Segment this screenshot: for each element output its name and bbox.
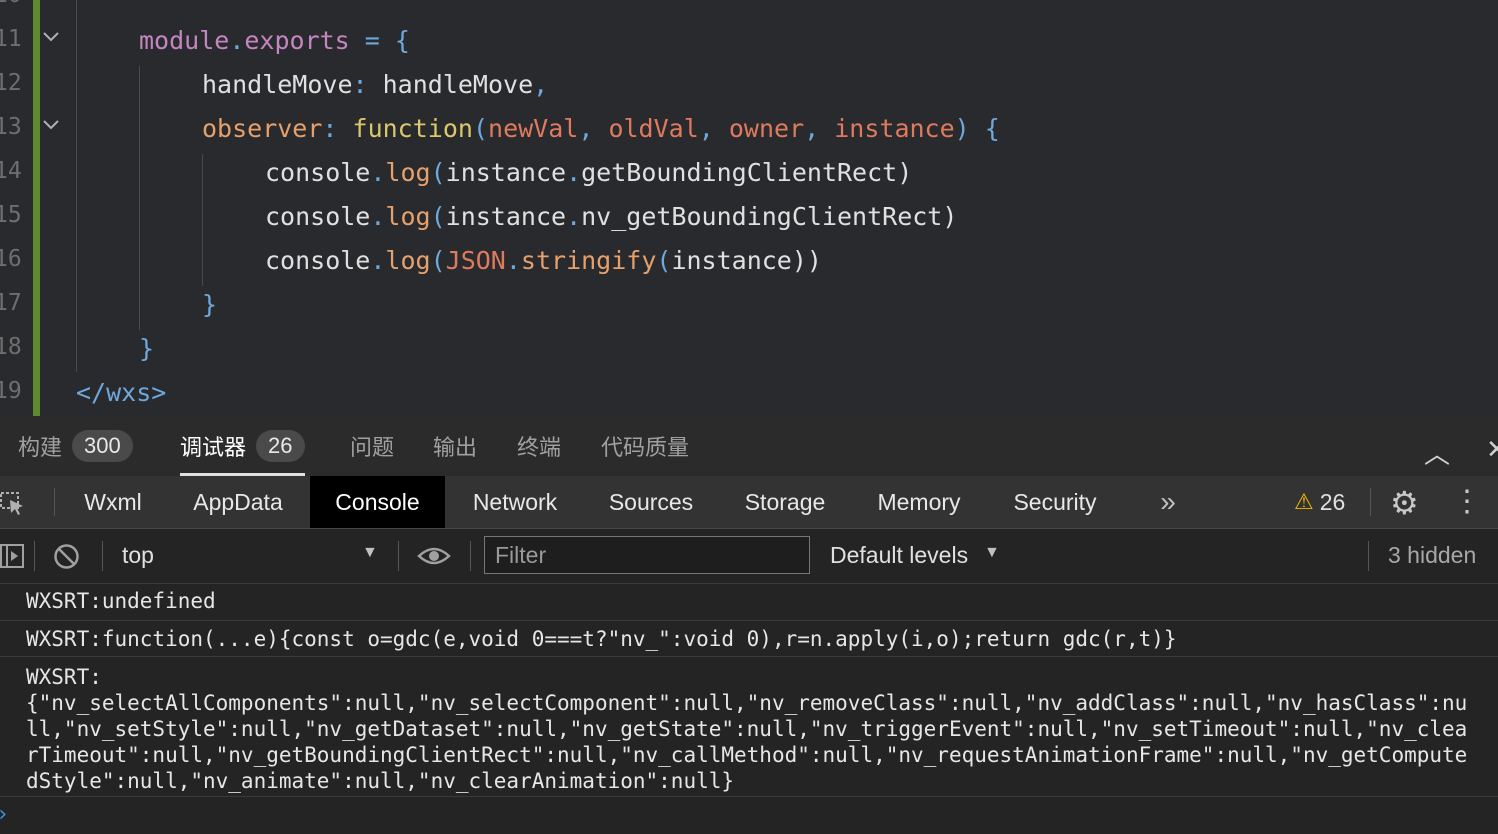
- devtools-toolbar: Wxml AppData Console Network Sources Sto…: [0, 476, 1498, 529]
- tab-console[interactable]: Console: [310, 476, 445, 528]
- tab-memory[interactable]: Memory: [860, 476, 978, 528]
- inspect-element-icon[interactable]: [0, 490, 26, 516]
- tab-security[interactable]: Security: [996, 476, 1114, 528]
- line-number: 10: [0, 0, 24, 8]
- message-divider: [0, 656, 1498, 657]
- code-text: console.log(instance.nv_getBoundingClien…: [265, 202, 958, 231]
- tab-problems[interactable]: 问题: [350, 416, 394, 476]
- line-number: 15: [0, 202, 22, 228]
- tab-output[interactable]: 输出: [433, 416, 477, 476]
- tab-appdata[interactable]: AppData: [172, 476, 304, 528]
- code-editor[interactable]: 10 11 module.exports = { 12 handleMove: …: [0, 0, 1498, 416]
- code-text: handleMove: handleMove,: [202, 70, 549, 99]
- line-number: 14: [0, 158, 22, 184]
- tab-badge: 300: [72, 430, 133, 462]
- code-line: 10: [0, 0, 1498, 18]
- tab-storage[interactable]: Storage: [728, 476, 842, 528]
- log-levels-select[interactable]: Default levels: [830, 542, 968, 569]
- code-line: 11 module.exports = {: [0, 18, 1498, 62]
- code-line: 17 }: [0, 282, 1498, 326]
- code-line: 15 console.log(instance.nv_getBoundingCl…: [0, 194, 1498, 238]
- tab-label: 构建: [18, 435, 63, 460]
- close-icon[interactable]: ✕: [1486, 434, 1498, 465]
- line-number: 12: [0, 70, 22, 96]
- warning-counter[interactable]: ⚠ 26: [1294, 476, 1345, 528]
- code-line: 14 console.log(instance.getBoundingClien…: [0, 150, 1498, 194]
- line-number: 13: [0, 114, 22, 140]
- code-line: 12 handleMove: handleMove,: [0, 62, 1498, 106]
- panel-tab-bar: 构建 300 调试器 26 问题 输出 终端 代码质量 ︿ ✕: [0, 416, 1498, 476]
- gear-icon[interactable]: ⚙: [1390, 484, 1419, 522]
- console-filter-bar: top ▼ Filter Default levels ▼ 3 hidden: [0, 529, 1498, 584]
- console-message: WXSRT: {"nv_selectAllComponents":null,"n…: [26, 665, 1468, 793]
- code-text: console.log(JSON.stringify(instance)): [265, 246, 822, 275]
- code-line: 19 </wxs>: [0, 370, 1498, 414]
- context-select[interactable]: top: [122, 542, 154, 569]
- more-tabs-icon[interactable]: »: [1146, 476, 1190, 528]
- code-text: }: [202, 290, 218, 319]
- dropdown-arrow-icon: ▼: [984, 544, 1000, 561]
- tab-wxml[interactable]: Wxml: [66, 476, 160, 528]
- chevron-down-icon[interactable]: [42, 116, 60, 134]
- chevron-down-icon[interactable]: [42, 28, 60, 46]
- console-output[interactable]: WXSRT:undefined WXSRT:function(...e){con…: [0, 584, 1498, 834]
- console-prompt-icon[interactable]: ›: [0, 802, 9, 827]
- dropdown-arrow-icon: ▼: [362, 544, 378, 561]
- tab-sources[interactable]: Sources: [592, 476, 710, 528]
- tab-debugger[interactable]: 调试器 26: [180, 416, 305, 476]
- eye-icon[interactable]: [417, 545, 451, 567]
- tab-build[interactable]: 构建 300: [18, 416, 133, 476]
- console-message: WXSRT:function(...e){const o=gdc(e,void …: [26, 627, 1177, 651]
- code-line: 16 console.log(JSON.stringify(instance)): [0, 238, 1498, 282]
- code-text: console.log(instance.getBoundingClientRe…: [265, 158, 913, 187]
- tab-code-quality[interactable]: 代码质量: [601, 416, 689, 476]
- clear-console-icon[interactable]: [53, 543, 80, 570]
- chevron-up-icon[interactable]: ︿: [1424, 434, 1450, 471]
- line-number: 16: [0, 246, 22, 272]
- line-number: 11: [0, 26, 22, 52]
- message-divider: [0, 796, 1498, 797]
- line-number: 18: [0, 334, 22, 360]
- code-text: }: [139, 334, 155, 363]
- filter-input[interactable]: Filter: [484, 536, 810, 574]
- code-text: </wxs>: [76, 378, 167, 407]
- code-line: 18 }: [0, 326, 1498, 370]
- hidden-count: 3 hidden: [1388, 542, 1477, 568]
- line-number: 17: [0, 290, 22, 316]
- code-text: observer: function(newVal, oldVal, owner…: [202, 114, 1000, 143]
- code-line: 13 observer: function(newVal, oldVal, ow…: [0, 106, 1498, 150]
- tab-badge: 26: [256, 430, 305, 462]
- tab-label: 调试器: [180, 435, 247, 460]
- line-number: 19: [0, 378, 22, 404]
- more-menu-icon[interactable]: ⋮: [1452, 484, 1482, 519]
- message-divider: [0, 620, 1498, 621]
- warning-count: 26: [1319, 488, 1346, 515]
- tab-network[interactable]: Network: [456, 476, 574, 528]
- console-message: WXSRT:undefined: [26, 589, 216, 613]
- sidebar-toggle-icon[interactable]: [0, 544, 24, 568]
- code-text: module.exports = {: [139, 26, 410, 55]
- tab-terminal[interactable]: 终端: [517, 416, 561, 476]
- warning-icon: ⚠: [1294, 489, 1314, 514]
